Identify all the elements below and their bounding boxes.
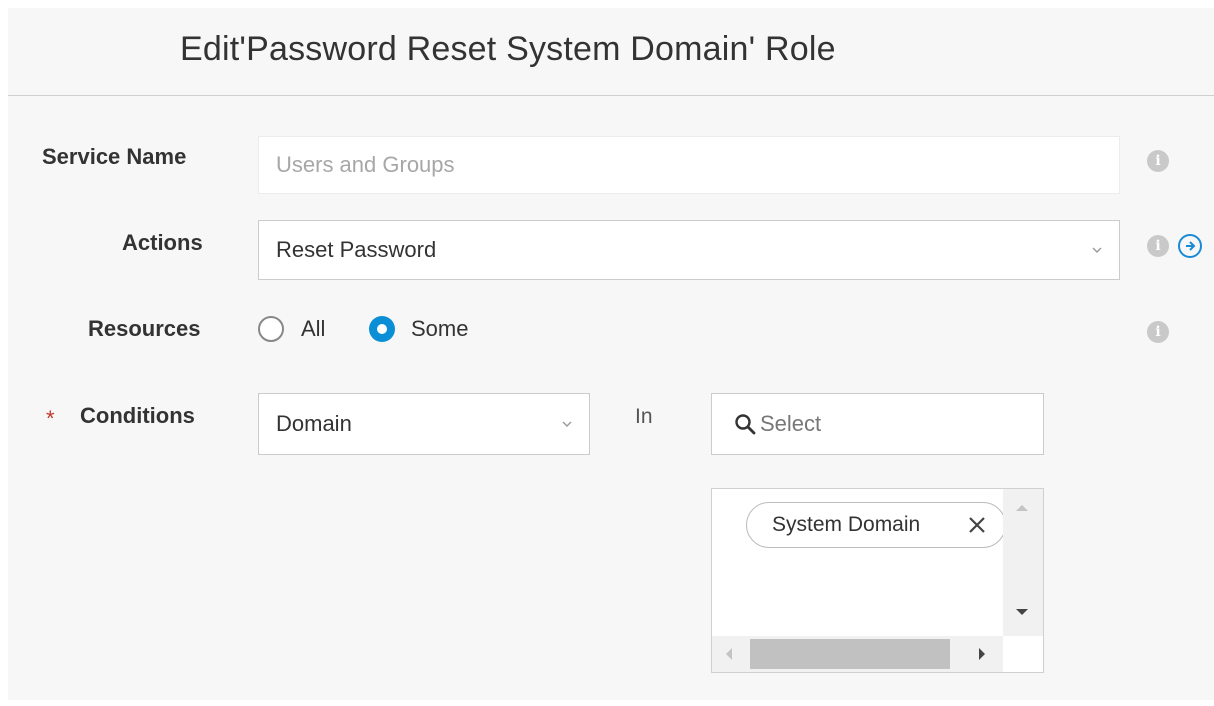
scroll-up-icon[interactable] bbox=[1015, 503, 1029, 513]
scroll-down-icon[interactable] bbox=[1015, 607, 1029, 617]
resources-label: Resources bbox=[88, 316, 201, 341]
search-placeholder: Select bbox=[760, 411, 822, 436]
condition-value-search[interactable]: Select bbox=[711, 393, 1044, 455]
info-icon[interactable]: i bbox=[1147, 235, 1169, 257]
actions-label: Actions bbox=[122, 230, 203, 255]
resources-all-radio[interactable] bbox=[258, 316, 284, 342]
horizontal-scrollbar[interactable] bbox=[712, 636, 1003, 672]
scroll-right-icon[interactable] bbox=[977, 647, 987, 661]
chevron-down-icon bbox=[562, 421, 572, 427]
conditions-label: Conditions bbox=[80, 403, 195, 428]
edit-role-dialog: Edit'Password Reset System Domain' Role … bbox=[8, 8, 1214, 700]
info-icon[interactable]: i bbox=[1147, 321, 1169, 343]
selected-values-list[interactable]: System Domain bbox=[711, 488, 1044, 673]
condition-attribute-select[interactable]: Domain bbox=[258, 393, 590, 455]
close-icon[interactable] bbox=[967, 515, 987, 535]
service-name-field: Users and Groups bbox=[258, 136, 1120, 194]
dialog-title: Edit'Password Reset System Domain' Role bbox=[180, 30, 836, 68]
horizontal-scroll-thumb[interactable] bbox=[750, 639, 950, 669]
info-icon[interactable]: i bbox=[1147, 150, 1169, 172]
service-name-label: Service Name bbox=[42, 144, 187, 169]
selected-chip: System Domain bbox=[746, 502, 1006, 548]
dialog-header: Edit'Password Reset System Domain' Role bbox=[8, 8, 1214, 96]
resources-all-label[interactable]: All bbox=[301, 316, 325, 342]
chevron-down-icon bbox=[1092, 247, 1102, 253]
search-icon bbox=[735, 414, 756, 435]
actions-select[interactable]: Reset Password bbox=[258, 220, 1120, 280]
add-circle-icon[interactable] bbox=[1178, 234, 1202, 258]
selected-chip-label: System Domain bbox=[772, 513, 921, 536]
service-name-value: Users and Groups bbox=[276, 152, 455, 177]
resources-some-label[interactable]: Some bbox=[411, 316, 468, 342]
actions-value: Reset Password bbox=[276, 237, 437, 262]
condition-operator-label: In bbox=[635, 405, 653, 428]
required-marker: * bbox=[46, 406, 55, 431]
condition-attribute-value: Domain bbox=[276, 411, 352, 436]
vertical-scrollbar[interactable] bbox=[1003, 489, 1043, 636]
scroll-left-icon[interactable] bbox=[724, 647, 734, 661]
resources-some-radio[interactable] bbox=[369, 316, 395, 342]
